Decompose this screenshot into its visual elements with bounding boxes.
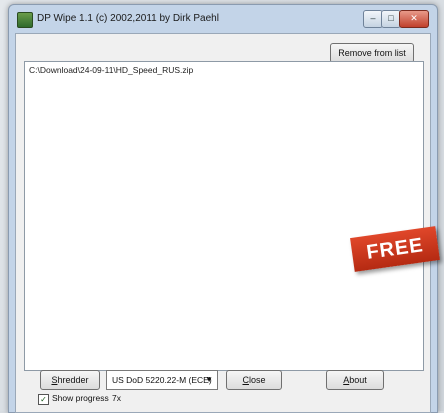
- client-area: Remove from list C:\Download\24-09-11\HD…: [15, 33, 431, 413]
- show-progress-label: Show progress: [52, 393, 109, 403]
- file-list[interactable]: C:\Download\24-09-11\HD_Speed_RUS.zip: [24, 61, 424, 371]
- minimize-button[interactable]: –: [363, 10, 383, 28]
- app-window: DP Wipe 1.1 (c) 2002,2011 by Dirk Paehl …: [8, 4, 438, 413]
- checkmark-icon: ✓: [40, 395, 47, 404]
- about-label: bout: [349, 375, 367, 385]
- wipe-method-value: US DoD 5220.22-M (ECE) 7x: [112, 375, 212, 403]
- remove-from-list-button[interactable]: Remove from list: [330, 43, 414, 63]
- title-bar[interactable]: DP Wipe 1.1 (c) 2002,2011 by Dirk Paehl …: [9, 5, 437, 33]
- maximize-button[interactable]: □: [381, 10, 401, 28]
- show-progress-checkbox[interactable]: ✓: [38, 394, 49, 405]
- app-icon: [17, 12, 33, 28]
- close-button[interactable]: Close: [226, 370, 282, 390]
- wipe-method-select[interactable]: US DoD 5220.22-M (ECE) 7x ▼: [106, 370, 218, 403]
- shredder-label: hredder: [57, 375, 89, 385]
- about-button[interactable]: About: [326, 370, 384, 390]
- dropdown-arrow-icon: ▼: [205, 375, 213, 384]
- list-item[interactable]: C:\Download\24-09-11\HD_Speed_RUS.zip: [29, 65, 193, 75]
- shredder-button[interactable]: Shredder: [40, 370, 100, 390]
- close-label: lose: [248, 375, 266, 385]
- window-title: DP Wipe 1.1 (c) 2002,2011 by Dirk Paehl: [37, 13, 219, 24]
- close-window-button[interactable]: ✕: [399, 10, 429, 28]
